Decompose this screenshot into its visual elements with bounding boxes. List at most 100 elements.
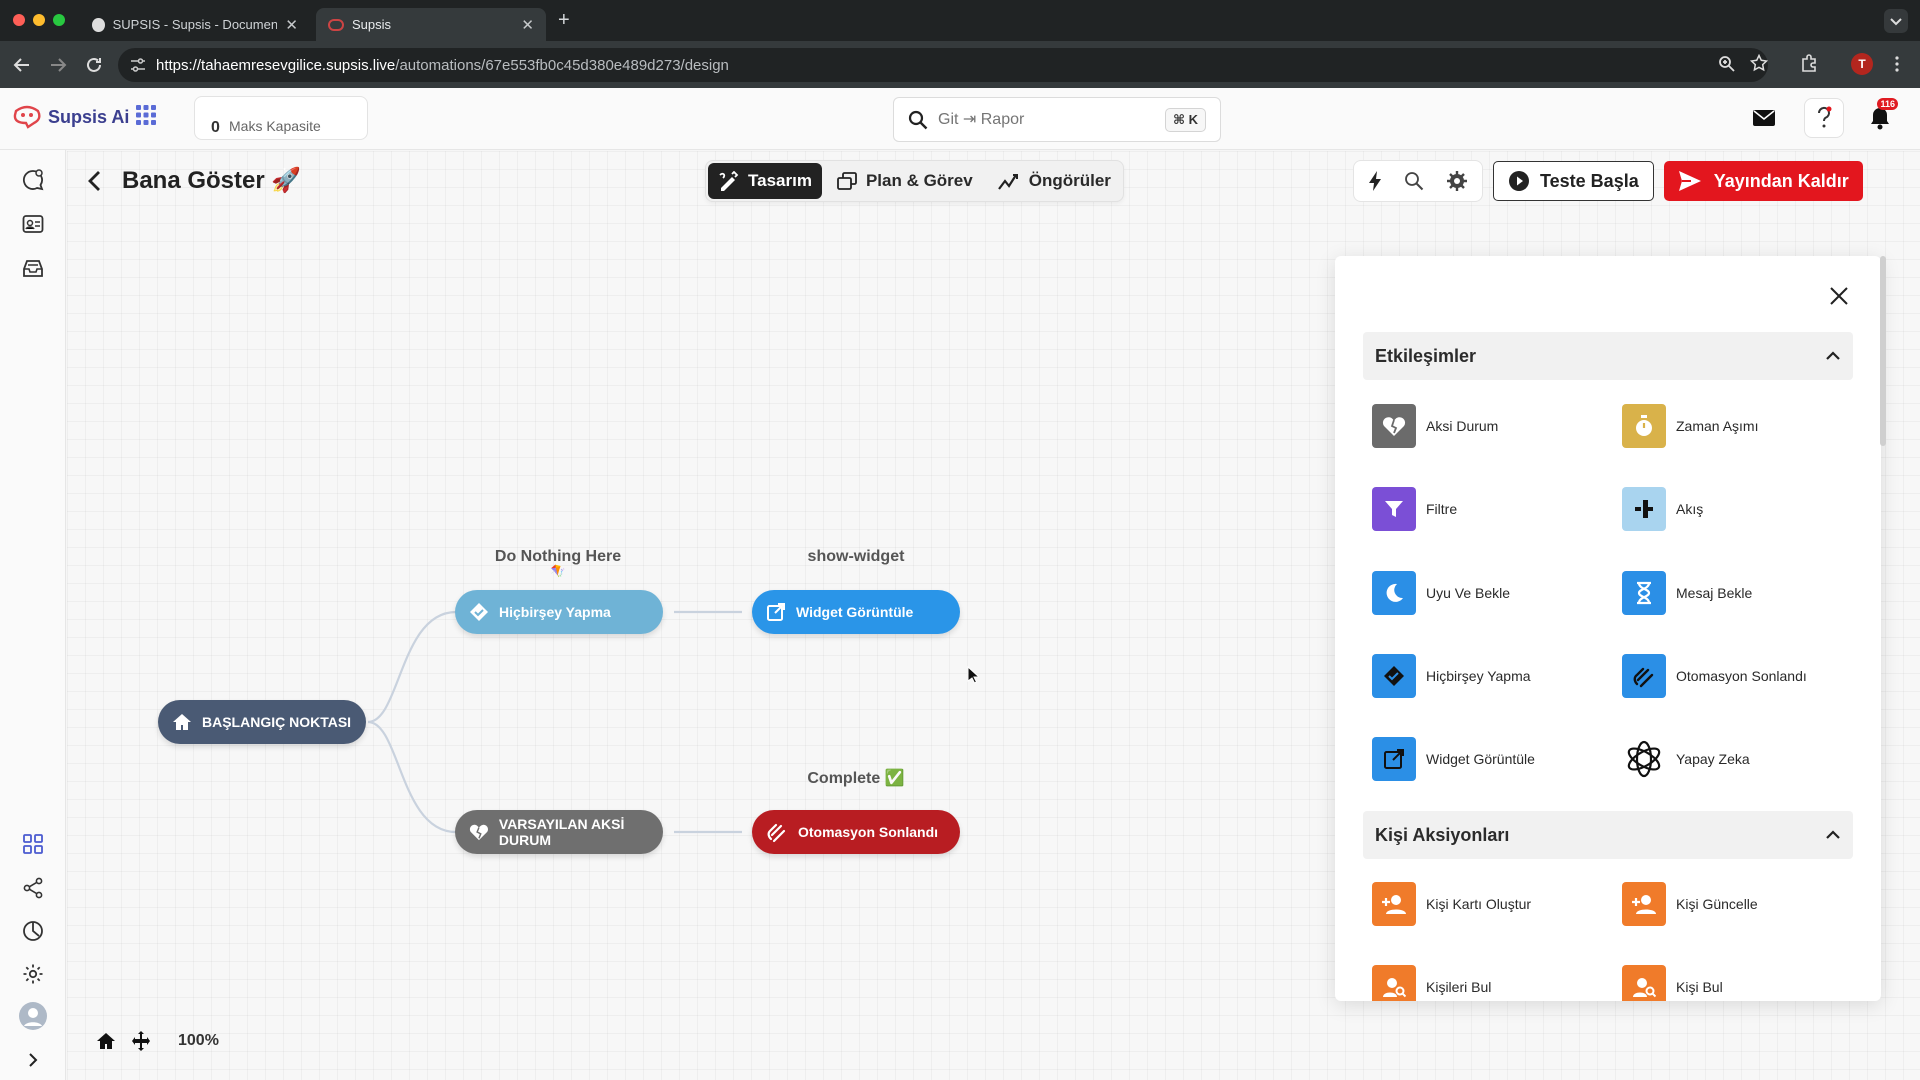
design-icon bbox=[719, 171, 739, 191]
address-bar[interactable]: https://tahaemresevgilice.supsis.live/au… bbox=[118, 48, 1768, 82]
bookmark-star-icon[interactable] bbox=[1750, 54, 1768, 72]
site-settings-icon[interactable] bbox=[130, 58, 146, 72]
section-header-contact-actions[interactable]: Kişi Aksiyonları bbox=[1363, 811, 1853, 859]
forward-nav-icon[interactable] bbox=[46, 53, 70, 77]
section-header-interactions[interactable]: Etkileşimler bbox=[1363, 332, 1853, 380]
plan-icon bbox=[837, 172, 857, 190]
share-icon[interactable] bbox=[17, 872, 49, 904]
flow-node-default-else[interactable]: VARSAYILAN AKSİ DURUM bbox=[455, 810, 663, 854]
tool-strip bbox=[1353, 160, 1483, 202]
chevron-up-icon bbox=[1826, 830, 1840, 839]
contacts-icon[interactable] bbox=[17, 208, 49, 240]
flow-node-show-widget[interactable]: Widget Görüntüle bbox=[752, 590, 960, 634]
person-edit-icon bbox=[1622, 882, 1666, 926]
action-item-create-contact[interactable]: Kişi Kartı Oluştur bbox=[1372, 882, 1531, 926]
capacity-widget: 0 Maks Kapasite bbox=[194, 96, 368, 140]
flow-node-do-nothing[interactable]: Hiçbirşey Yapma bbox=[455, 590, 663, 634]
back-arrow-icon[interactable] bbox=[82, 168, 108, 194]
action-item-show-widget[interactable]: Widget Görüntüle bbox=[1372, 737, 1535, 781]
action-item-flow[interactable]: Akış bbox=[1622, 487, 1703, 531]
flow-node-label: VARSAYILAN AKSİ DURUM bbox=[498, 816, 625, 848]
zoom-icon[interactable] bbox=[1718, 55, 1736, 73]
url-path: /automations/67e553fb0c45d380e489d273/de… bbox=[395, 56, 729, 74]
home-view-icon[interactable] bbox=[96, 1031, 116, 1051]
start-test-button[interactable]: Teste Başla bbox=[1493, 161, 1654, 201]
left-sidebar bbox=[0, 150, 66, 1080]
stopwatch-icon bbox=[1622, 404, 1666, 448]
help-icon[interactable] bbox=[1804, 98, 1844, 138]
bolt-icon[interactable] bbox=[1368, 170, 1382, 192]
inbox-icon[interactable] bbox=[17, 252, 49, 284]
action-item-find-contact[interactable]: Kişi Bul bbox=[1622, 965, 1723, 1001]
person-find-icon bbox=[1622, 965, 1666, 1001]
search-canvas-icon[interactable] bbox=[1404, 171, 1424, 191]
tab-close-icon[interactable]: ✕ bbox=[285, 16, 298, 34]
action-item-update-contact[interactable]: Kişi Güncelle bbox=[1622, 882, 1758, 926]
supsis-logo-icon bbox=[13, 105, 41, 129]
action-item-find-contacts[interactable]: Kişileri Bul bbox=[1372, 965, 1491, 1001]
action-item-label: Hiçbirşey Yapma bbox=[1426, 668, 1531, 684]
window-minimize-button[interactable] bbox=[33, 14, 45, 26]
window-maximize-button[interactable] bbox=[53, 14, 65, 26]
global-search[interactable]: ⌘ K bbox=[893, 97, 1221, 142]
tab-plan[interactable]: Plan & Görev bbox=[826, 163, 983, 199]
browser-tab-docs[interactable]: SUPSIS - Supsis - Documentati ✕ bbox=[80, 8, 310, 41]
extensions-icon[interactable] bbox=[1799, 53, 1819, 73]
window-close-button[interactable] bbox=[13, 14, 25, 26]
play-icon bbox=[1509, 171, 1529, 191]
action-item-timeout[interactable]: Zaman Aşımı bbox=[1622, 404, 1758, 448]
back-nav-icon[interactable] bbox=[10, 53, 34, 77]
settings-icon[interactable] bbox=[17, 958, 49, 990]
search-input[interactable] bbox=[938, 110, 1158, 129]
tab-search-button[interactable] bbox=[1884, 9, 1908, 33]
funnel-icon bbox=[1372, 487, 1416, 531]
new-tab-button[interactable]: + bbox=[558, 9, 570, 32]
action-item-automation-ended[interactable]: Otomasyon Sonlandı bbox=[1622, 654, 1807, 698]
dashboard-icon[interactable] bbox=[17, 828, 49, 860]
app-header: Supsis Ai 0 Maks Kapasite ⌘ K 116 bbox=[0, 88, 1920, 150]
action-item-label: Kişileri Bul bbox=[1426, 979, 1492, 995]
flow-settings-icon[interactable] bbox=[1446, 170, 1468, 192]
flow-node-label: Otomasyon Sonlandı bbox=[798, 824, 939, 840]
tab-design[interactable]: Tasarım bbox=[708, 163, 822, 199]
app-grid-icon[interactable] bbox=[136, 105, 156, 125]
close-panel-icon[interactable] bbox=[1827, 284, 1851, 308]
section-title: Etkileşimler bbox=[1375, 345, 1477, 366]
conversations-icon[interactable] bbox=[17, 164, 49, 196]
tab-insights[interactable]: Öngörüler bbox=[987, 163, 1121, 199]
mouse-cursor-icon bbox=[967, 666, 979, 684]
supsis-logo[interactable]: Supsis Ai bbox=[12, 105, 129, 129]
flow-node-start[interactable]: BAŞLANGIÇ NOKTASI bbox=[158, 700, 366, 744]
user-avatar[interactable] bbox=[17, 1000, 49, 1032]
expand-sidebar-icon[interactable] bbox=[17, 1044, 49, 1076]
action-item-label: Otomasyon Sonlandı bbox=[1676, 668, 1807, 684]
reports-icon[interactable] bbox=[17, 915, 49, 947]
capacity-value: 0 bbox=[211, 119, 220, 136]
action-item-sleep-wait[interactable]: Uyu Ve Bekle bbox=[1372, 571, 1510, 615]
flow-node-automation-ended[interactable]: Otomasyon Sonlandı bbox=[752, 810, 960, 854]
browser-tab-supsis[interactable]: Supsis ✕ bbox=[316, 8, 546, 41]
notifications-icon[interactable]: 116 bbox=[1860, 98, 1900, 138]
section-title: Kişi Aksiyonları bbox=[1375, 824, 1510, 845]
action-item-filter[interactable]: Filtre bbox=[1372, 487, 1457, 531]
tab-favicon-icon bbox=[328, 18, 344, 31]
tab-close-icon[interactable]: ✕ bbox=[521, 16, 534, 34]
search-shortcut-badge: ⌘ K bbox=[1164, 108, 1206, 132]
browser-menu-icon[interactable] bbox=[1894, 55, 1900, 73]
waving-hand-icon bbox=[767, 823, 786, 843]
mail-icon[interactable] bbox=[1744, 98, 1784, 138]
action-item-ai[interactable]: Yapay Zeka bbox=[1622, 737, 1750, 781]
action-item-else[interactable]: Aksi Durum bbox=[1372, 404, 1498, 448]
flow-node-label: BAŞLANGIÇ NOKTASI bbox=[202, 714, 352, 730]
action-item-do-nothing[interactable]: Hiçbirşey Yapma bbox=[1372, 654, 1531, 698]
reload-icon[interactable] bbox=[82, 53, 106, 77]
profile-avatar[interactable]: T bbox=[1851, 53, 1873, 75]
panel-scrollbar[interactable] bbox=[1880, 256, 1886, 446]
flow-node-caption: Complete ✅ bbox=[807, 770, 905, 787]
moon-icon bbox=[1372, 571, 1416, 615]
action-item-wait-message[interactable]: Mesaj Bekle bbox=[1622, 571, 1752, 615]
pan-move-icon[interactable] bbox=[130, 1030, 152, 1052]
mode-tabs: Tasarım Plan & Görev Öngörüler bbox=[705, 160, 1124, 202]
heart-break-icon bbox=[469, 824, 488, 841]
unpublish-button[interactable]: Yayından Kaldır bbox=[1663, 161, 1863, 201]
